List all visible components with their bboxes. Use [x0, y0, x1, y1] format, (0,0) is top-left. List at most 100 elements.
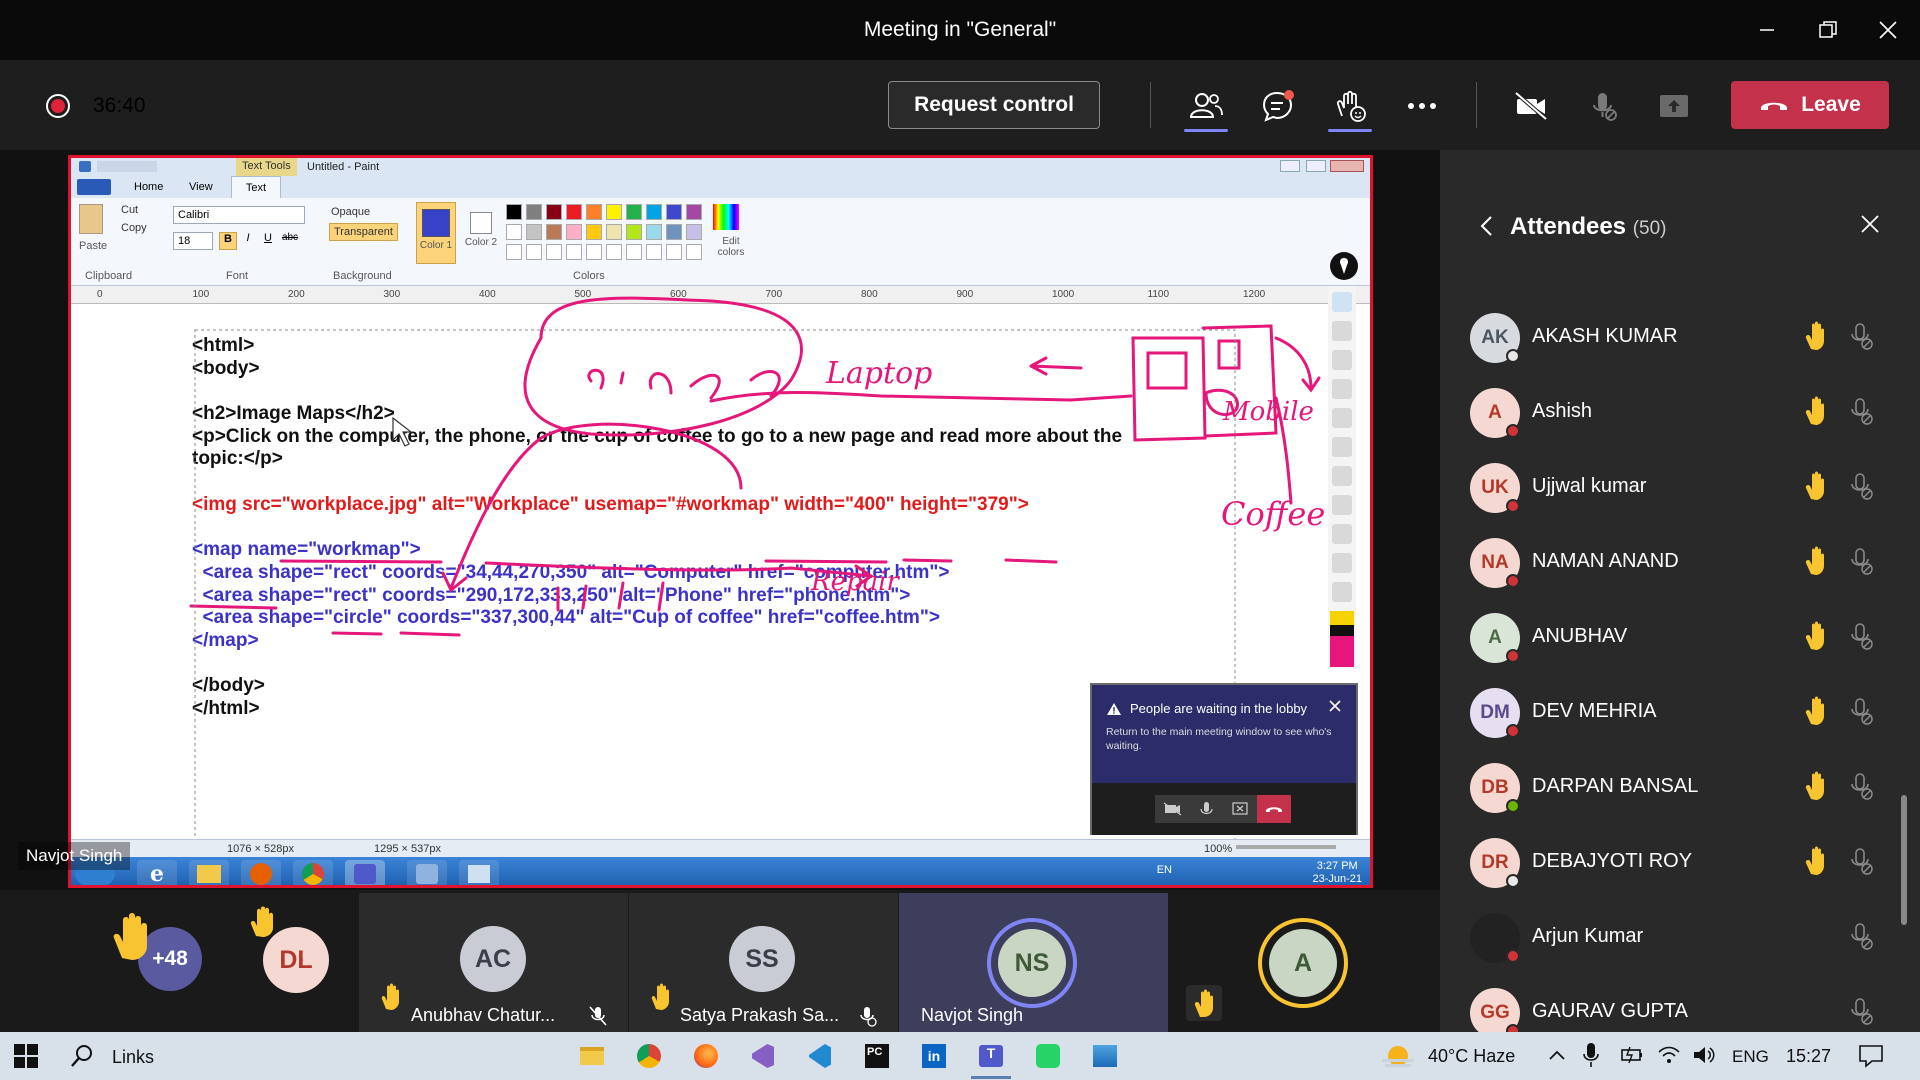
- pointer-icon[interactable]: [1332, 321, 1352, 341]
- wifi-icon[interactable]: [1657, 1044, 1681, 1066]
- raised-hand-icon: [1805, 621, 1824, 650]
- clipboard-icon[interactable]: [1332, 582, 1352, 602]
- pen-icon[interactable]: [1332, 379, 1352, 399]
- file-explorer-icon[interactable]: [576, 1040, 608, 1072]
- attendee-row[interactable]: A ANUBHAV: [1470, 613, 1900, 673]
- ink-curve-down: [441, 422, 743, 593]
- annotation-pin-icon[interactable]: [1328, 250, 1360, 282]
- attendee-name: NAMAN ANAND: [1532, 550, 1679, 572]
- chat-button[interactable]: [1256, 84, 1300, 128]
- clock-time[interactable]: 15:27: [1786, 1046, 1831, 1067]
- participant-tile-a[interactable]: A: [1169, 893, 1440, 1033]
- camera-toggle[interactable]: [1509, 84, 1553, 128]
- input-language[interactable]: ENG: [1732, 1047, 1769, 1067]
- attendee-row[interactable]: A Ashish: [1470, 388, 1900, 448]
- mini-camera-button[interactable]: [1155, 795, 1189, 823]
- trash-icon[interactable]: [1332, 495, 1352, 515]
- attendee-row[interactable]: DR DEBAJYOTI ROY: [1470, 838, 1900, 898]
- linkedin-icon[interactable]: in: [918, 1040, 950, 1072]
- mini-share-button[interactable]: [1223, 795, 1257, 823]
- close-icon[interactable]: [1328, 699, 1342, 713]
- close-window-button[interactable]: [1868, 14, 1908, 46]
- avatar: AC: [460, 926, 526, 992]
- attendee-scrollbar[interactable]: [1901, 795, 1907, 925]
- window-icon[interactable]: [459, 860, 499, 885]
- presence-status-dot: [1506, 949, 1520, 963]
- win7-clock-date: 23-Jun-21: [1312, 873, 1362, 885]
- mini-hangup-button[interactable]: [1257, 795, 1291, 823]
- explorer-icon[interactable]: [189, 860, 229, 885]
- attendee-row[interactable]: NA NAMAN ANAND: [1470, 538, 1900, 598]
- camera-icon[interactable]: [1332, 553, 1352, 573]
- battery-icon[interactable]: [1620, 1044, 1644, 1066]
- chevron-up-icon[interactable]: [1548, 1048, 1566, 1062]
- share-content-button[interactable]: [1652, 84, 1696, 128]
- attendee-row[interactable]: DM DEV MEHRIA: [1470, 688, 1900, 748]
- participants-button[interactable]: [1184, 84, 1228, 128]
- search-label[interactable]: Links: [112, 1047, 154, 1068]
- whatsapp-icon[interactable]: [1032, 1040, 1064, 1072]
- attendees-count: (50): [1632, 218, 1667, 239]
- ie-icon[interactable]: e: [137, 860, 177, 885]
- zoom-slider[interactable]: [1236, 845, 1336, 849]
- search-button[interactable]: [66, 1040, 98, 1072]
- avatar: NS: [998, 929, 1066, 997]
- attendee-row[interactable]: UK Ujjwal kumar: [1470, 463, 1900, 523]
- photos-icon[interactable]: [1089, 1040, 1121, 1072]
- raised-hand-icon: [651, 983, 669, 1010]
- mic-unavailable-icon: [1851, 323, 1873, 350]
- weather-text[interactable]: 40°C Haze: [1428, 1046, 1515, 1067]
- request-control-button[interactable]: Request control: [888, 81, 1100, 129]
- participant-tile-ac[interactable]: AC Anubhav Chatur...: [359, 893, 628, 1033]
- ink-color-picker[interactable]: [1330, 611, 1354, 667]
- vscode-icon[interactable]: [804, 1040, 836, 1072]
- win7-lang: EN: [1156, 864, 1172, 876]
- presence-status-dot: [1506, 499, 1520, 513]
- presence-status-dot: [1506, 349, 1520, 363]
- undo-icon[interactable]: [1332, 466, 1352, 486]
- mini-mic-button[interactable]: [1189, 795, 1223, 823]
- teams-icon[interactable]: T: [975, 1040, 1007, 1072]
- mic-toggle[interactable]: [1581, 84, 1625, 128]
- more-actions-button[interactable]: [1400, 84, 1444, 128]
- reactions-button[interactable]: [1328, 84, 1372, 128]
- teams-icon[interactable]: [345, 860, 385, 885]
- minimize-button[interactable]: [1747, 14, 1787, 46]
- attendees-title: Attendees: [1510, 213, 1627, 240]
- back-chevron-icon[interactable]: [1478, 214, 1496, 238]
- presence-status-dot: [1506, 649, 1520, 663]
- mic-muted-icon: [860, 1007, 877, 1027]
- paint-taskbar-icon[interactable]: [407, 860, 447, 885]
- attendee-row[interactable]: DB DARPAN BANSAL: [1470, 763, 1900, 823]
- close-icon[interactable]: [1860, 214, 1880, 234]
- mic-icon: [1200, 802, 1213, 815]
- pycharm-icon[interactable]: PC: [861, 1040, 893, 1072]
- raised-hand-icon: [1805, 696, 1824, 725]
- visibility-icon[interactable]: [1332, 292, 1352, 312]
- ink-underline-coords: [399, 631, 461, 637]
- chrome-icon[interactable]: [633, 1040, 665, 1072]
- attendee-row[interactable]: AK AKASH KUMAR: [1470, 313, 1900, 373]
- microphone-icon[interactable]: [1582, 1042, 1600, 1068]
- participant-tile-ns[interactable]: NS Navjot Singh: [899, 893, 1168, 1033]
- start-button[interactable]: [10, 1040, 42, 1072]
- eraser-icon[interactable]: [1332, 408, 1352, 428]
- visual-studio-icon[interactable]: [747, 1040, 779, 1072]
- windows-logo-icon: [14, 1044, 38, 1068]
- chrome-icon[interactable]: [293, 860, 333, 885]
- speaker-icon[interactable]: [1692, 1044, 1716, 1066]
- dot-icon[interactable]: [1332, 437, 1352, 457]
- attendee-row[interactable]: Arjun Kumar: [1470, 913, 1900, 973]
- firefox-icon[interactable]: [690, 1040, 722, 1072]
- raised-hand-icon: [113, 913, 147, 960]
- firefox-icon[interactable]: [241, 860, 281, 885]
- lobby-notification[interactable]: People are waiting in the lobby Return t…: [1090, 683, 1358, 835]
- participant-name: Satya Prakash Sa...: [680, 1005, 840, 1025]
- highlighter-icon[interactable]: [1332, 350, 1352, 370]
- leave-button[interactable]: Leave: [1731, 81, 1889, 129]
- raised-hand-icon: [1805, 771, 1824, 800]
- notification-center-icon[interactable]: [1858, 1044, 1884, 1068]
- participant-tile-ss[interactable]: SS Satya Prakash Sa...: [629, 893, 898, 1033]
- stamp-icon[interactable]: [1332, 524, 1352, 544]
- restore-button[interactable]: [1808, 14, 1848, 46]
